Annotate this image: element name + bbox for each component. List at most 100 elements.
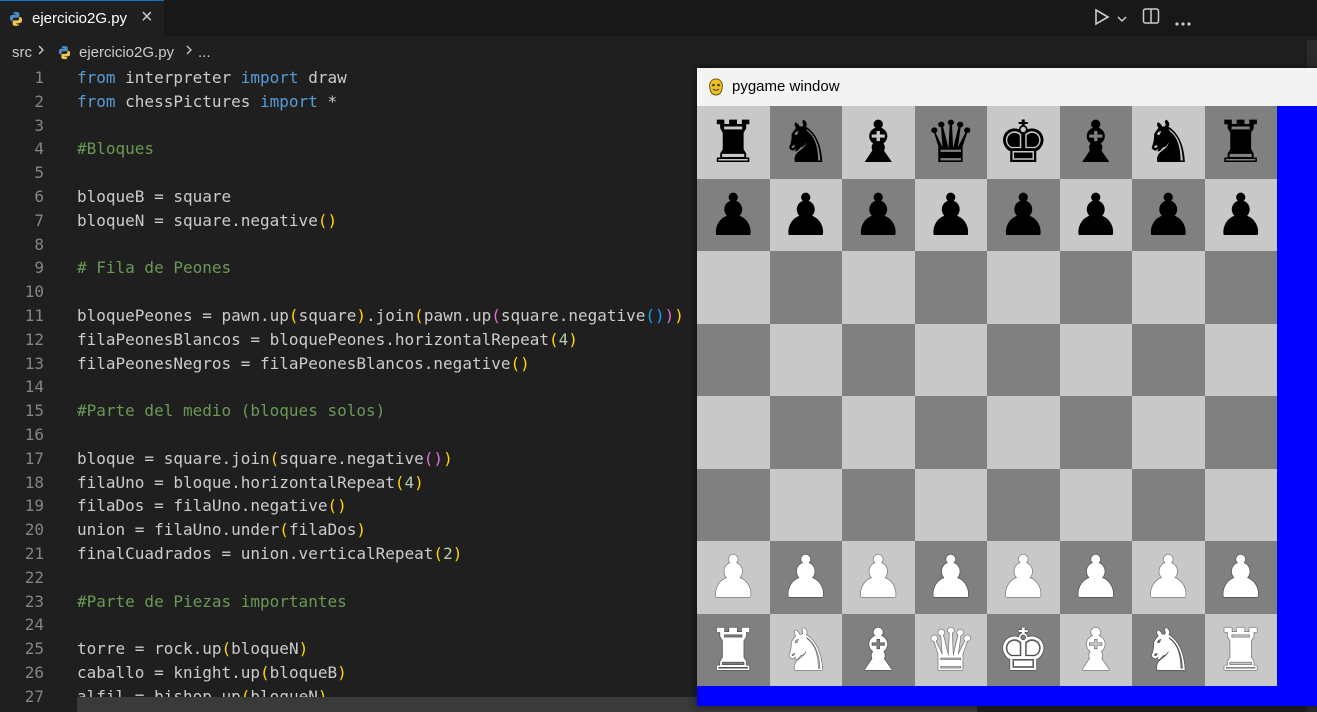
board-square[interactable]	[697, 468, 770, 541]
board-square[interactable]	[769, 323, 842, 396]
line-number: 7	[34, 210, 44, 230]
board-square[interactable]	[914, 396, 987, 469]
editor-tab[interactable]: ejercicio2G.py ×	[0, 0, 164, 36]
board-square[interactable]	[1204, 396, 1277, 469]
chevron-right-icon	[36, 43, 46, 61]
code-line[interactable]: 15 #Parte del medio (bloques solos)	[0, 399, 700, 423]
black-pawn-icon: ♟	[779, 180, 832, 249]
line-number: 6	[34, 187, 44, 206]
black-pawn-icon: ♟	[1214, 180, 1267, 249]
split-editor-icon[interactable]	[1142, 7, 1160, 30]
board-square[interactable]	[842, 251, 915, 324]
code-line[interactable]: 22	[0, 566, 700, 590]
code-line[interactable]: 13 filaPeonesNegros = filaPeonesBlancos.n…	[0, 352, 700, 376]
code-line[interactable]: 4 #Bloques	[0, 137, 700, 161]
white-pawn-icon: ♟	[1069, 543, 1122, 611]
code-line[interactable]: 3	[0, 114, 700, 138]
board-square[interactable]	[842, 468, 915, 541]
board-square[interactable]	[987, 396, 1060, 469]
board-square[interactable]	[914, 323, 987, 396]
code-line[interactable]: 26 caballo = knight.up(bloqueB)	[0, 661, 700, 685]
board-square[interactable]	[1059, 396, 1132, 469]
line-number: 20	[24, 520, 44, 540]
board-square[interactable]	[697, 323, 770, 396]
code-line[interactable]: 23 #Parte de Piezas importantes	[0, 590, 700, 614]
code-text: #Parte de Piezas importantes	[77, 591, 347, 611]
board-square[interactable]	[1204, 251, 1277, 324]
code-line[interactable]: 5	[0, 161, 700, 185]
white-bishop-icon: ♝	[852, 615, 905, 684]
code-text: caballo = knight.up(bloqueB)	[77, 663, 347, 682]
more-actions-icon[interactable]	[1174, 14, 1192, 32]
board-square[interactable]	[697, 251, 770, 324]
white-pawn-icon: ♟	[997, 543, 1050, 611]
board-square[interactable]	[769, 251, 842, 324]
board-square[interactable]	[1132, 251, 1205, 324]
line-number: 23	[24, 591, 44, 611]
board-square[interactable]	[987, 251, 1060, 324]
black-pawn-icon: ♟	[1142, 180, 1195, 249]
black-queen-icon: ♛	[924, 108, 977, 176]
code-line[interactable]: 14	[0, 375, 700, 399]
code-line[interactable]: 19 filaDos = filaUno.negative()	[0, 494, 700, 518]
line-number: 12	[24, 329, 44, 349]
line-number: 21	[24, 544, 44, 563]
python-file-icon	[8, 11, 24, 32]
code-text: # Fila de Peones	[77, 258, 232, 278]
board-square[interactable]	[769, 396, 842, 469]
code-line[interactable]: 11 bloquePeones = pawn.up(square).join(pa…	[0, 304, 700, 328]
board-square[interactable]	[1132, 323, 1205, 396]
code-line[interactable]: 6 bloqueB = square	[0, 185, 700, 209]
board-square[interactable]	[842, 396, 915, 469]
code-line[interactable]: 2 from chessPictures import *	[0, 90, 700, 114]
board-square[interactable]	[1132, 468, 1205, 541]
white-queen-icon: ♛	[924, 615, 977, 684]
board-square[interactable]	[1204, 323, 1277, 396]
code-line[interactable]: 10	[0, 280, 700, 304]
white-pawn-icon: ♟	[852, 543, 905, 611]
board-square[interactable]	[1059, 251, 1132, 324]
pygame-window: pygame window ♜ ♞ ♝ ♛ ♚ ♝ ♞ ♜ ♟ ♟ ♟ ♟ ♟ ♟ ♟ ♟ ♟ ♟ ♟ ♟ ♟ ♟ ♟ ♟ ♜ ♞…	[697, 68, 1317, 706]
code-text: from chessPictures import *	[77, 91, 338, 111]
code-line[interactable]: 8	[0, 233, 700, 257]
breadcrumb-more[interactable]: ...	[198, 44, 211, 61]
board-square[interactable]	[769, 468, 842, 541]
chevron-down-icon[interactable]	[1116, 11, 1128, 29]
code-line[interactable]: 16	[0, 423, 700, 447]
white-pawn-icon: ♟	[1142, 543, 1195, 611]
board-square[interactable]	[914, 251, 987, 324]
line-number: 1	[34, 68, 44, 87]
close-icon[interactable]: ×	[141, 7, 153, 27]
breadcrumb-folder[interactable]: src	[12, 44, 32, 61]
code-line[interactable]: 1 from interpreter import draw	[0, 66, 700, 90]
board-square[interactable]	[842, 323, 915, 396]
run-icon[interactable]	[1093, 7, 1111, 32]
board-square[interactable]	[1059, 323, 1132, 396]
breadcrumb-file[interactable]: ejercicio2G.py	[79, 44, 174, 61]
board-square[interactable]	[1132, 396, 1205, 469]
board-square[interactable]	[987, 323, 1060, 396]
code-line[interactable]: 21 finalCuadrados = union.verticalRepeat(…	[0, 542, 700, 566]
board-square[interactable]	[914, 468, 987, 541]
code-line[interactable]: 9 # Fila de Peones	[0, 256, 700, 280]
code-text: filaPeonesNegros = filaPeonesBlancos.neg…	[77, 353, 530, 373]
code-line[interactable]: 25 torre = rock.up(bloqueN)	[0, 637, 700, 661]
code-line[interactable]: 20 union = filaUno.under(filaDos)	[0, 518, 700, 542]
code-text: #Parte del medio (bloques solos)	[77, 401, 386, 421]
line-number: 24	[24, 615, 44, 635]
board-square[interactable]	[697, 396, 770, 469]
code-text: filaPeonesBlancos = bloquePeones.horizon…	[77, 329, 578, 349]
chevron-right-icon	[184, 43, 194, 61]
pygame-titlebar[interactable]: pygame window	[697, 68, 1317, 106]
code-line[interactable]: 24	[0, 613, 700, 637]
code-line[interactable]: 7 bloqueN = square.negative()	[0, 209, 700, 233]
board-square[interactable]	[1059, 468, 1132, 541]
code-line[interactable]: 18 filaUno = bloque.horizontalRepeat(4)	[0, 471, 700, 495]
chess-board[interactable]: ♜ ♞ ♝ ♛ ♚ ♝ ♞ ♜ ♟ ♟ ♟ ♟ ♟ ♟ ♟ ♟ ♟ ♟ ♟ ♟ ♟ ♟ ♟ ♟ ♜ ♞ ♝ ♛ ♚ ♝ ♞ ♜	[697, 106, 1277, 686]
code-line[interactable]: 12 filaPeonesBlancos = bloquePeones.horiz…	[0, 328, 700, 352]
editor-tab-bar: ejercicio2G.py ×	[0, 0, 1317, 36]
board-square[interactable]	[987, 468, 1060, 541]
board-square[interactable]	[1204, 468, 1277, 541]
code-line[interactable]: 17 bloque = square.join(square.negative()…	[0, 447, 700, 471]
line-number: 18	[24, 472, 44, 492]
